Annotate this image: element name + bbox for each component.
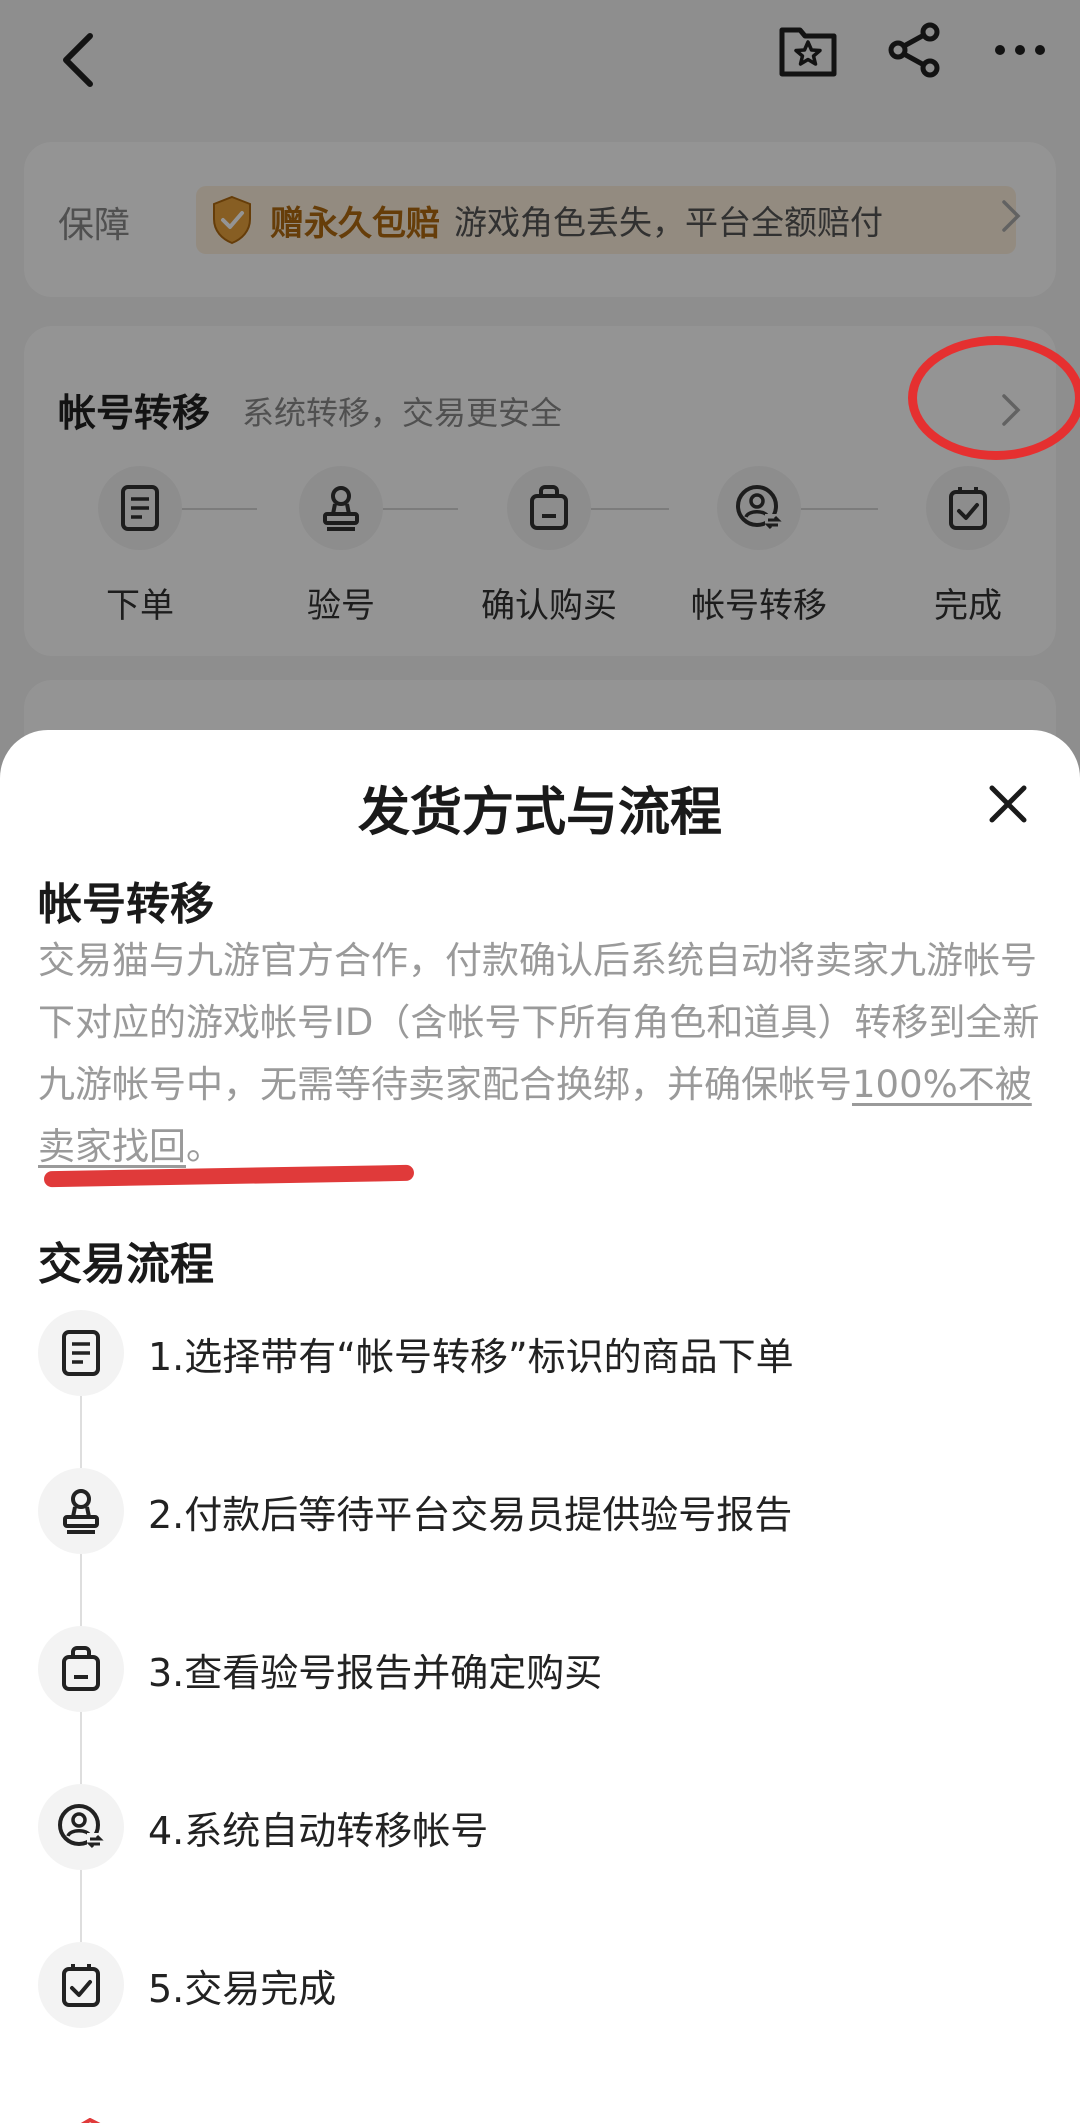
red-circle-annotation (908, 336, 1080, 460)
bag-icon (62, 1646, 100, 1691)
process-step-text: 4.系统自动转移帐号 (148, 1808, 489, 1853)
delivery-process-sheet: 发货方式与流程 帐号转移 交易猫与九游官方合作，付款确认后系统自动将卖家九游帐号… (0, 730, 1080, 2123)
process-step-text: 5.交易完成 (148, 1966, 337, 2011)
process-step: 1.选择带有“帐号转移”标识的商品下单 (38, 1310, 1038, 1396)
sheet-title: 发货方式与流程 (357, 783, 722, 843)
process-step: 2.付款后等待平台交易员提供验号报告 (38, 1468, 1038, 1554)
section-title-trade-process: 交易流程 (38, 1239, 214, 1290)
red-mark-annotation (80, 2118, 101, 2123)
description-end: 。 (186, 1125, 223, 1168)
process-step: 5.交易完成 (38, 1942, 1038, 2028)
process-step-text: 1.选择带有“帐号转移”标识的商品下单 (148, 1334, 794, 1379)
checkbox-icon (62, 1964, 100, 2007)
close-button[interactable] (976, 772, 1040, 836)
user-transfer-icon (58, 1804, 104, 1849)
account-transfer-description: 交易猫与九游官方合作，付款确认后系统自动将卖家九游帐号下对应的游戏帐号ID（含帐… (38, 930, 1048, 1178)
process-step-text: 2.付款后等待平台交易员提供验号报告 (148, 1492, 793, 1537)
flow-connector (80, 1870, 82, 1942)
section-title-account-transfer: 帐号转移 (38, 879, 214, 930)
process-step: 3.查看验号报告并确定购买 (38, 1626, 1038, 1712)
stamp-icon (63, 1489, 99, 1534)
document-icon (62, 1330, 100, 1376)
flow-connector (80, 1554, 82, 1626)
close-icon (989, 785, 1027, 823)
process-step-text: 3.查看验号报告并确定购买 (148, 1650, 603, 1695)
flow-connector (80, 1396, 82, 1468)
process-step: 4.系统自动转移帐号 (38, 1784, 1038, 1870)
flow-connector (80, 1712, 82, 1784)
